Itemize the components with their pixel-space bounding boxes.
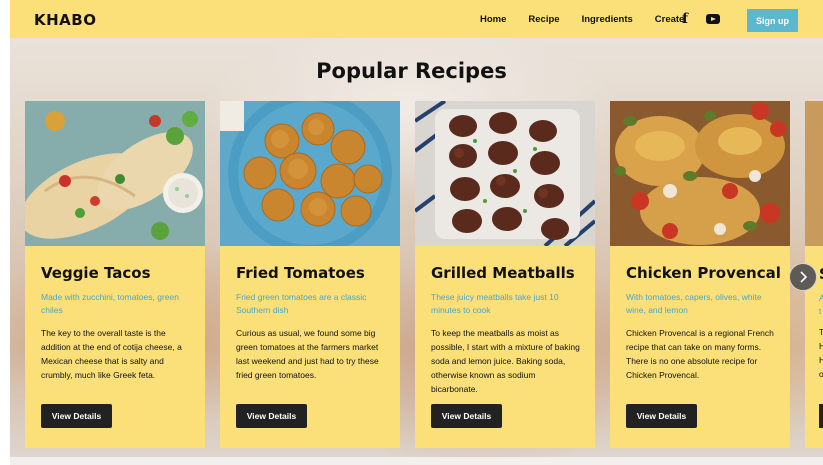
nav-link-ingredients[interactable]: Ingredients	[582, 14, 633, 25]
card-title: Veggie Tacos	[41, 264, 151, 282]
social-links: f	[682, 11, 720, 27]
recipe-card-grilled-meatballs: Grilled Meatballs These juicy meatballs …	[415, 101, 595, 448]
card-description: Curious as usual, we found some big gree…	[236, 328, 379, 380]
partial-card-description: T H H o	[819, 327, 823, 379]
bottom-edge	[10, 457, 823, 465]
signup-button[interactable]: Sign up	[747, 9, 798, 32]
recipe-card-veggie-tacos: Veggie Tacos Made with zucchini, tomatoe…	[25, 101, 205, 448]
card-title: Fried Tomatoes	[236, 264, 365, 282]
card-subtitle: With tomatoes, capers, olives, white win…	[626, 292, 762, 315]
card-description: To keep the meatballs as moist as possib…	[431, 328, 580, 394]
card-subtitle: Fried green tomatoes are a classic South…	[236, 292, 367, 315]
grilled-meatballs-image	[415, 101, 595, 246]
partial-view-details-button[interactable]	[819, 404, 823, 428]
veggie-tacos-image	[25, 101, 205, 246]
view-details-button[interactable]: View Details	[431, 404, 502, 428]
card-subtitle: Made with zucchini, tomatoes, green chil…	[41, 292, 179, 315]
nav-links: Home Recipe Ingredients Create	[480, 14, 706, 25]
view-details-button[interactable]: View Details	[626, 404, 697, 428]
chicken-provencal-image	[610, 101, 790, 246]
partial-card-title: S	[819, 265, 823, 283]
card-description: The key to the overall taste is the addi…	[41, 328, 182, 380]
recipe-card-fried-tomatoes: Fried Tomatoes Fried green tomatoes are …	[220, 101, 400, 448]
partial-card-image	[805, 101, 823, 246]
youtube-icon[interactable]	[706, 14, 720, 24]
navbar: KHABO Home Recipe Ingredients Create f S…	[10, 0, 823, 38]
nav-link-recipe[interactable]: Recipe	[528, 14, 559, 25]
site-logo[interactable]: KHABO	[34, 11, 96, 29]
chevron-right-icon	[800, 271, 808, 283]
partial-card-subtitle: A t	[819, 293, 823, 316]
fried-tomatoes-image	[220, 101, 400, 246]
nav-link-home[interactable]: Home	[480, 14, 506, 25]
nav-link-create[interactable]: Create	[655, 14, 685, 25]
card-title: Grilled Meatballs	[431, 264, 575, 282]
view-details-button[interactable]: View Details	[41, 404, 112, 428]
carousel-next-button[interactable]	[789, 263, 817, 291]
card-title: Chicken Provencal	[626, 264, 781, 282]
page-title: Popular Recipes	[316, 59, 507, 83]
recipe-card-chicken-provencal: Chicken Provencal With tomatoes, capers,…	[610, 101, 790, 448]
card-description: Chicken Provencal is a regional French r…	[626, 328, 774, 380]
view-details-button[interactable]: View Details	[236, 404, 307, 428]
card-subtitle: These juicy meatballs take just 10 minut…	[431, 292, 559, 315]
facebook-icon[interactable]: f	[682, 11, 696, 27]
